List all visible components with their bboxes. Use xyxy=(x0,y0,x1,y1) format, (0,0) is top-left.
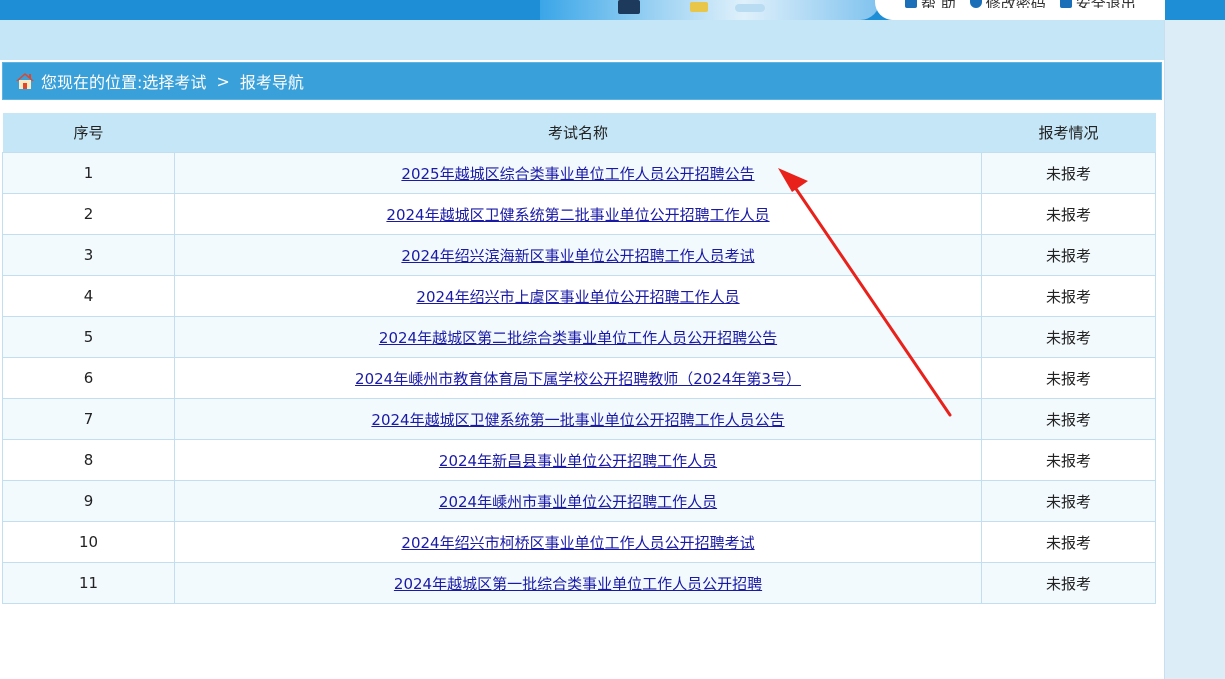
row-number: 8 xyxy=(2,439,175,481)
breadcrumb-separator: > xyxy=(216,71,230,91)
table-row: 6 2024年嵊州市教育体育局下属学校公开招聘教师（2024年第3号） 未报考 xyxy=(2,357,1156,399)
row-number: 10 xyxy=(2,521,175,563)
row-status: 未报考 xyxy=(981,234,1156,276)
logout-label: 安全退出 xyxy=(1076,0,1136,8)
exam-link[interactable]: 2024年嵊州市事业单位公开招聘工作人员 xyxy=(439,493,717,511)
table-row: 9 2024年嵊州市事业单位公开招聘工作人员 未报考 xyxy=(2,480,1156,522)
table-row: 8 2024年新昌县事业单位公开招聘工作人员 未报考 xyxy=(2,439,1156,481)
table-row: 11 2024年越城区第一批综合类事业单位工作人员公开招聘 未报考 xyxy=(2,562,1156,604)
row-number: 3 xyxy=(2,234,175,276)
row-status: 未报考 xyxy=(981,275,1156,317)
row-number: 4 xyxy=(2,275,175,317)
exam-link[interactable]: 2024年越城区卫健系统第二批事业单位公开招聘工作人员 xyxy=(386,206,769,224)
exam-link[interactable]: 2025年越城区综合类事业单位工作人员公开招聘公告 xyxy=(401,165,754,183)
table-row: 4 2024年绍兴市上虞区事业单位公开招聘工作人员 未报考 xyxy=(2,275,1156,317)
banner-illustration xyxy=(540,0,880,20)
row-status: 未报考 xyxy=(981,193,1156,235)
exam-link[interactable]: 2024年绍兴滨海新区事业单位公开招聘工作人员考试 xyxy=(401,247,754,265)
change-password-link[interactable]: 修改密码 xyxy=(969,0,1046,8)
change-password-label: 修改密码 xyxy=(986,0,1046,8)
row-number: 11 xyxy=(2,562,175,604)
home-icon xyxy=(16,73,34,89)
row-exam-name-cell: 2024年嵊州市教育体育局下属学校公开招聘教师（2024年第3号） xyxy=(174,357,982,399)
row-status: 未报考 xyxy=(981,562,1156,604)
table-row: 3 2024年绍兴滨海新区事业单位公开招聘工作人员考试 未报考 xyxy=(2,234,1156,276)
exam-link[interactable]: 2024年嵊州市教育体育局下属学校公开招聘教师（2024年第3号） xyxy=(355,370,801,388)
breadcrumb-current: 报考导航 xyxy=(239,73,304,92)
row-exam-name-cell: 2024年越城区第一批综合类事业单位工作人员公开招聘 xyxy=(174,562,982,604)
exam-rows: 1 2025年越城区综合类事业单位工作人员公开招聘公告 未报考 2 2024年越城区卫健… xyxy=(2,152,1156,604)
table-row: 7 2024年越城区卫健系统第一批事业单位公开招聘工作人员公告 未报考 xyxy=(2,398,1156,440)
row-status: 未报考 xyxy=(981,357,1156,399)
exam-link[interactable]: 2024年绍兴市上虞区事业单位公开招聘工作人员 xyxy=(416,288,739,306)
row-exam-name-cell: 2024年绍兴市柯桥区事业单位工作人员公开招聘考试 xyxy=(174,521,982,563)
help-label: 帮 助 xyxy=(921,0,956,8)
header-number: 序号 xyxy=(2,113,175,153)
sub-header-bar xyxy=(0,20,1164,60)
top-right-fill xyxy=(1165,0,1225,20)
table-row: 10 2024年绍兴市柯桥区事业单位工作人员公开招聘考试 未报考 xyxy=(2,521,1156,563)
table-row: 1 2025年越城区综合类事业单位工作人员公开招聘公告 未报考 xyxy=(2,152,1156,194)
breadcrumb-select-exam[interactable]: 选择考试 xyxy=(142,69,206,93)
row-exam-name-cell: 2024年越城区卫健系统第二批事业单位公开招聘工作人员 xyxy=(174,193,982,235)
header-status: 报考情况 xyxy=(981,113,1156,153)
row-status: 未报考 xyxy=(981,152,1156,194)
row-status: 未报考 xyxy=(981,480,1156,522)
top-banner: 帮 助 修改密码 安全退出 xyxy=(0,0,1225,20)
row-exam-name-cell: 2024年新昌县事业单位公开招聘工作人员 xyxy=(174,439,982,481)
help-icon xyxy=(905,0,917,8)
row-number: 1 xyxy=(2,152,175,194)
row-exam-name-cell: 2024年越城区第二批综合类事业单位工作人员公开招聘公告 xyxy=(174,316,982,358)
row-exam-name-cell: 2024年绍兴市上虞区事业单位公开招聘工作人员 xyxy=(174,275,982,317)
logout-link[interactable]: 安全退出 xyxy=(1059,0,1136,8)
row-status: 未报考 xyxy=(981,439,1156,481)
exam-link[interactable]: 2024年越城区第二批综合类事业单位工作人员公开招聘公告 xyxy=(379,329,777,347)
row-exam-name-cell: 2024年绍兴滨海新区事业单位公开招聘工作人员考试 xyxy=(174,234,982,276)
exam-link[interactable]: 2024年越城区第一批综合类事业单位工作人员公开招聘 xyxy=(394,575,762,593)
exam-link[interactable]: 2024年新昌县事业单位公开招聘工作人员 xyxy=(439,452,717,470)
table-row: 2 2024年越城区卫健系统第二批事业单位公开招聘工作人员 未报考 xyxy=(2,193,1156,235)
exit-icon xyxy=(1059,0,1072,8)
row-status: 未报考 xyxy=(981,316,1156,358)
exam-link[interactable]: 2024年越城区卫健系统第一批事业单位公开招聘工作人员公告 xyxy=(371,411,784,429)
row-status: 未报考 xyxy=(981,398,1156,440)
breadcrumb-prefix: 您现在的位置: xyxy=(41,73,143,92)
right-side-panel xyxy=(1164,20,1225,679)
row-number: 6 xyxy=(2,357,175,399)
row-exam-name-cell: 2025年越城区综合类事业单位工作人员公开招聘公告 xyxy=(174,152,982,194)
header-exam-name: 考试名称 xyxy=(174,113,982,153)
row-number: 5 xyxy=(2,316,175,358)
help-link[interactable]: 帮 助 xyxy=(905,0,956,8)
row-status: 未报考 xyxy=(981,521,1156,563)
header-links: 帮 助 修改密码 安全退出 xyxy=(875,0,1165,20)
table-row: 5 2024年越城区第二批综合类事业单位工作人员公开招聘公告 未报考 xyxy=(2,316,1156,358)
row-number: 9 xyxy=(2,480,175,522)
row-exam-name-cell: 2024年越城区卫健系统第一批事业单位公开招聘工作人员公告 xyxy=(174,398,982,440)
exam-link[interactable]: 2024年绍兴市柯桥区事业单位工作人员公开招聘考试 xyxy=(401,534,754,552)
key-icon xyxy=(969,0,982,8)
table-header-row: 序号 考试名称 报考情况 xyxy=(2,113,1156,153)
row-number: 7 xyxy=(2,398,175,440)
breadcrumb: 您现在的位置: 选择考试 > 报考导航 xyxy=(2,62,1162,100)
row-exam-name-cell: 2024年嵊州市事业单位公开招聘工作人员 xyxy=(174,480,982,522)
exam-table: 序号 考试名称 报考情况 1 2025年越城区综合类事业单位工作人员公开招聘公告未… xyxy=(2,113,1156,604)
row-number: 2 xyxy=(2,193,175,235)
